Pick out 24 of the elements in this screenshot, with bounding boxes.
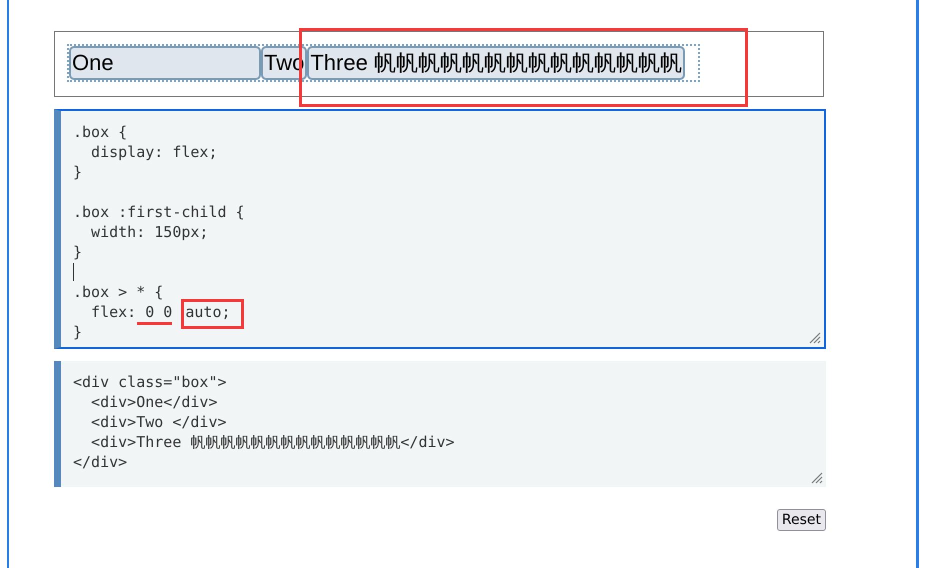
underlined-code: 0 0 (137, 302, 172, 325)
code-line: <div>Three 帆帆帆帆帆帆帆帆帆帆帆帆帆帆</div> (90, 433, 455, 451)
reset-button[interactable]: Reset (776, 509, 826, 531)
code-line: <div class="box"> (73, 373, 227, 391)
code-line: } (73, 163, 82, 181)
code-text: flex: (90, 303, 138, 321)
code-line: .box > * { (73, 283, 164, 301)
code-line: <div>One</div> (90, 393, 218, 411)
flex-item: One (69, 46, 261, 80)
resize-handle-icon[interactable] (809, 470, 823, 484)
flex-item: Three 帆帆帆帆帆帆帆帆帆帆帆帆帆帆 (307, 46, 685, 80)
text-cursor (73, 263, 74, 281)
code-line: display: flex; (90, 143, 218, 161)
code-line: .box :first-child { (73, 203, 245, 221)
code-line: .box { (73, 123, 128, 141)
resize-handle-icon[interactable] (807, 330, 821, 344)
code-line: </div> (73, 453, 128, 471)
code-line: width: 150px; (90, 223, 208, 241)
css-editor[interactable]: .box { display: flex; } .box :first-child { width: 150px; } .box > * { flex: 0 0 auto; } (54, 109, 826, 349)
code-line: <div>Two </div> (90, 413, 227, 431)
code-line: } (73, 323, 82, 341)
boxed-code: auto; (181, 299, 244, 329)
code-line: } (73, 243, 82, 261)
html-editor[interactable]: <div class="box"> <div>One</div> <div>Two </div> <div>Three 帆帆帆帆帆帆帆帆帆帆帆帆帆帆</div> </div> (54, 361, 826, 487)
